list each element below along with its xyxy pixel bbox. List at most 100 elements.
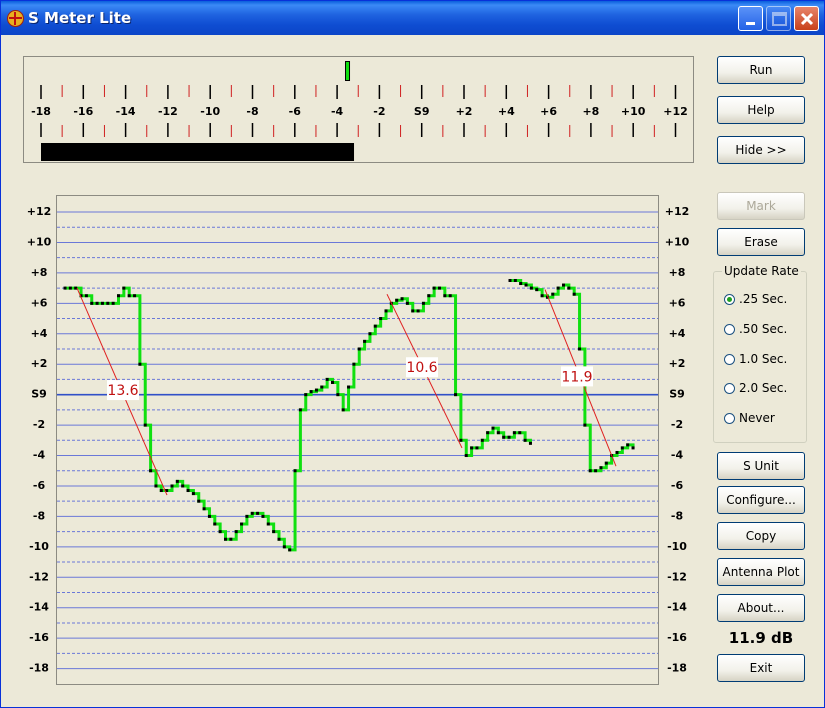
minimize-icon[interactable]: [738, 6, 763, 31]
signal-point: [138, 362, 142, 366]
radio-icon: [724, 353, 735, 365]
signal-point: [133, 294, 137, 298]
signal-point: [117, 294, 120, 298]
y-tick-label-left: +2: [31, 357, 48, 370]
signal-point: [432, 286, 436, 290]
about-button[interactable]: About...: [717, 594, 805, 622]
signal-point: [395, 298, 399, 302]
y-tick-label-right: +8: [669, 266, 686, 279]
signal-point: [421, 301, 425, 305]
signal-trace-1: [65, 286, 532, 552]
rate-option-20[interactable]: 2.0 Sec.: [724, 381, 787, 395]
run-button[interactable]: Run: [717, 56, 805, 84]
s-unit-button-label: S Unit: [743, 459, 779, 473]
signal-point: [90, 301, 94, 305]
signal-point: [496, 431, 500, 435]
y-tick-label-left: -6: [33, 479, 46, 492]
maximize-icon[interactable]: [766, 6, 791, 31]
rate-option-050[interactable]: .50 Sec.: [724, 322, 787, 336]
meter-peak-marker-fill: [346, 62, 350, 80]
signal-point: [524, 283, 528, 287]
signal-point: [578, 347, 582, 351]
signal-point: [513, 278, 517, 282]
signal-point: [288, 548, 292, 552]
antenna-plot-button[interactable]: Antenna Plot: [717, 558, 805, 586]
signal-point: [341, 408, 345, 412]
signal-point: [325, 377, 329, 381]
meter-scale-label: +8: [582, 105, 599, 118]
mark-button[interactable]: Mark: [717, 192, 805, 220]
signal-point: [523, 438, 527, 442]
signal-point: [379, 317, 383, 321]
s-unit-button[interactable]: S Unit: [717, 452, 805, 480]
signal-point: [405, 301, 409, 305]
db-readout: 11.9 dB: [728, 629, 794, 647]
exit-button[interactable]: Exit: [717, 654, 805, 682]
signal-point: [551, 292, 555, 296]
rate-option-10[interactable]: 1.0 Sec.: [724, 352, 787, 366]
signal-point: [572, 292, 576, 296]
signal-point: [277, 537, 281, 541]
signal-point: [464, 454, 468, 458]
erase-button[interactable]: Erase: [717, 228, 805, 256]
signal-point: [224, 537, 227, 541]
y-tick-label-left: -12: [29, 570, 49, 583]
signal-point: [512, 431, 516, 435]
y-tick-label-left: +8: [31, 266, 48, 279]
y-tick-label-left: -8: [33, 509, 45, 522]
signal-point: [245, 514, 249, 518]
signal-point: [438, 286, 441, 290]
rate-option-label: .25 Sec.: [739, 292, 788, 306]
signal-point: [604, 461, 608, 465]
y-tick-label-left: -18: [29, 662, 49, 675]
title-bar[interactable]: S Meter Lite: [1, 1, 824, 35]
hide-button[interactable]: Hide >>: [717, 136, 805, 164]
signal-point: [175, 479, 179, 483]
meter-scale-label: +4: [498, 105, 515, 118]
signal-point: [229, 537, 233, 541]
meter-scale-label: +12: [663, 105, 688, 118]
signal-point: [535, 288, 539, 292]
meter-scale-label: -12: [158, 105, 178, 118]
configure-button[interactable]: Configure...: [717, 486, 805, 514]
signal-point: [368, 332, 372, 336]
signal-point: [631, 446, 635, 450]
copy-button[interactable]: Copy: [717, 522, 805, 550]
decay-label: 10.6: [406, 360, 437, 376]
signal-point: [411, 309, 415, 313]
left-y-axis: +12 +10 +8 +6 +4 +2 S9 -2 -4 -6 -8 -10 -12 -14 -16 -18: [27, 205, 52, 675]
meter-scale-label: -16: [73, 105, 93, 118]
signal-point: [106, 301, 110, 305]
signal-point: [518, 431, 522, 435]
y-tick-label-right: +12: [665, 205, 690, 218]
signal-point: [122, 286, 126, 290]
signal-point: [454, 393, 458, 397]
signal-point: [170, 484, 174, 488]
radio-selected-icon: [724, 293, 735, 305]
signal-point: [154, 484, 158, 488]
signal-point: [567, 286, 571, 290]
y-tick-label-left: +12: [27, 205, 52, 218]
signal-point: [149, 469, 153, 473]
meter-scale-label: -6: [289, 105, 302, 118]
signal-point: [320, 385, 324, 389]
meter-level-bar: [41, 143, 355, 161]
signal-point: [626, 443, 630, 447]
decay-label: 13.6: [107, 383, 138, 399]
rate-option-025[interactable]: .25 Sec.: [724, 292, 787, 306]
help-button[interactable]: Help: [717, 96, 805, 124]
signal-point: [416, 309, 420, 313]
right-y-axis: +12 +10 +8 +6 +4 +2 S9 -2 -4 -6 -8 -10 -12 -14 -16 -18: [665, 205, 690, 675]
signal-point: [528, 441, 532, 445]
signal-point: [250, 511, 254, 515]
app-window: S Meter Lite -18 -16 -14 -12 -10 -8 -6 -4 -2 S9 +2…: [0, 0, 825, 708]
rate-option-never[interactable]: Never: [724, 411, 775, 425]
signal-point: [282, 545, 286, 549]
close-icon[interactable]: [794, 6, 819, 31]
rate-option-label: 1.0 Sec.: [739, 352, 788, 366]
signal-point: [475, 446, 479, 450]
y-tick-label-right: +2: [669, 357, 686, 370]
y-tick-label-right: -18: [667, 662, 687, 675]
signal-point: [127, 294, 131, 298]
signal-point: [191, 492, 195, 496]
